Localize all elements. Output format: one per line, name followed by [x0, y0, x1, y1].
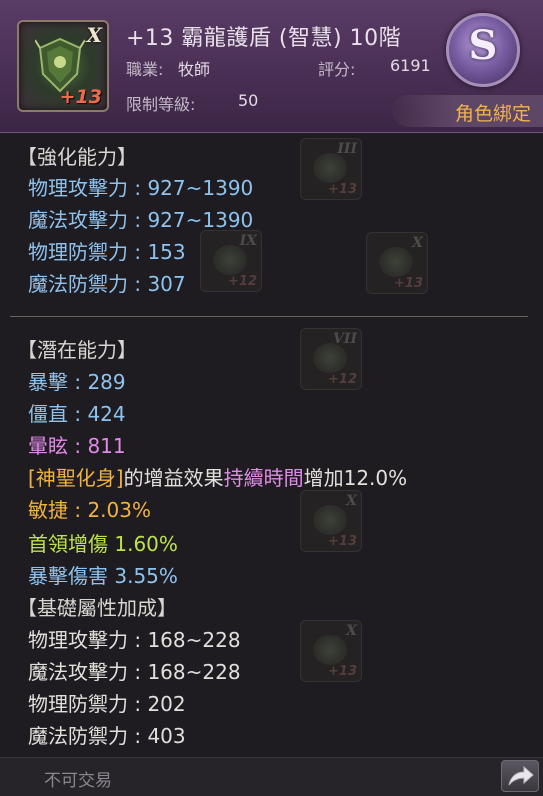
boss-damage-stat: 首領增傷 1.60% — [28, 532, 178, 556]
potential-stat: 僵直 : 424 — [28, 402, 126, 426]
enhance-stat: 物理防禦力 : 153 — [28, 240, 186, 264]
share-button[interactable] — [501, 760, 539, 792]
skill-effect-line: [神聖化身]的增益效果持續時間增加12.0% — [28, 462, 407, 491]
enhance-stat: 物理攻擊力 : 927~1390 — [28, 176, 254, 200]
base-stat: 魔法攻擊力 : 168~228 — [28, 660, 241, 684]
score-label: 評分: — [318, 60, 356, 79]
tooltip-footer: 不可交易 — [0, 757, 543, 796]
item-name: +13 霸龍護盾 (智慧) 10階 — [126, 26, 402, 51]
item-enhance-level: +13 — [59, 86, 102, 108]
share-arrow-icon — [508, 765, 534, 786]
bind-status: 角色綁定 — [454, 103, 531, 125]
skill-name: [神聖化身] — [28, 466, 124, 490]
item-tier-mark: X — [86, 23, 102, 47]
crit-damage-stat: 暴擊傷害 3.55% — [28, 564, 178, 588]
skill-effect-value: 增加12.0% — [303, 466, 408, 490]
base-stat: 物理防禦力 : 202 — [28, 692, 186, 716]
agility-stat: 敏捷 : 2.03% — [28, 498, 151, 522]
grade-letter: S — [468, 22, 498, 69]
req-level-value: 50 — [238, 91, 259, 110]
item-icon: X +13 — [17, 20, 109, 112]
base-stat: 物理攻擊力 : 168~228 — [28, 628, 241, 652]
job-label: 職業: — [126, 60, 164, 79]
req-level-label: 限制等級: — [126, 95, 196, 114]
potential-stat: 暴擊 : 289 — [28, 370, 126, 394]
background-slot: VII +12 — [300, 328, 362, 390]
trade-status: 不可交易 — [44, 771, 112, 791]
enhance-stat: 魔法防禦力 : 307 — [28, 272, 186, 296]
background-slot: X +13 — [300, 490, 362, 552]
section-divider — [10, 316, 528, 317]
background-slot: III +13 — [300, 138, 362, 200]
grade-badge: S — [446, 13, 520, 87]
skill-effect-attr: 持續時間 — [223, 466, 304, 490]
background-slot: X +13 — [300, 620, 362, 682]
potential-stat: 暈眩 : 811 — [28, 434, 126, 458]
score-value: 6191 — [390, 56, 431, 75]
background-slot: IX +12 — [200, 230, 262, 292]
bind-status-tag: 角色綁定 — [392, 95, 543, 127]
enhance-stat: 魔法攻擊力 : 927~1390 — [28, 208, 254, 232]
skill-effect-text: 的增益效果 — [123, 466, 224, 490]
background-slot: X +13 — [366, 232, 428, 294]
enhance-section-title: 【強化能力】 — [17, 145, 137, 169]
job-value: 牧師 — [178, 60, 211, 79]
tooltip-header: X +13 +13 霸龍護盾 (智慧) 10階 職業: 牧師 評分: 6191 … — [0, 0, 543, 133]
base-stat: 魔法防禦力 : 403 — [28, 724, 186, 748]
potential-section-title: 【潛在能力】 — [17, 338, 137, 362]
base-section-title: 【基礎屬性加成】 — [17, 596, 177, 620]
